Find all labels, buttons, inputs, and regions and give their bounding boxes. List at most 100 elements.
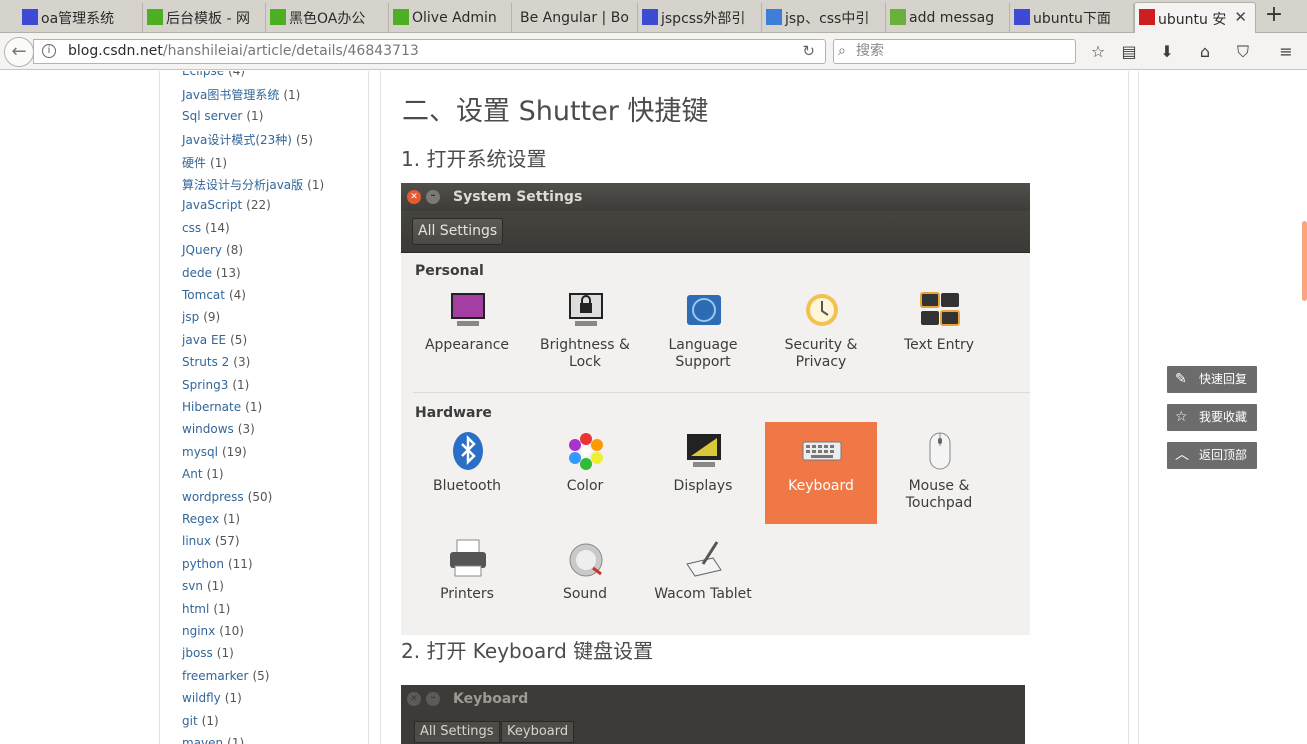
- url-host: blog.csdn.net: [68, 43, 163, 59]
- bookmark-star-icon[interactable]: ☆: [1087, 41, 1109, 63]
- category-link[interactable]: JQuery: [182, 243, 222, 257]
- category-item[interactable]: java EE (5): [182, 333, 247, 347]
- tab-8[interactable]: leaf-iconadd messag: [886, 3, 1010, 33]
- category-item[interactable]: Struts 2 (3): [182, 355, 250, 369]
- category-link[interactable]: git: [182, 714, 198, 728]
- category-link[interactable]: 硬件: [182, 156, 206, 170]
- category-link[interactable]: windows: [182, 422, 234, 436]
- category-count: (10): [219, 624, 244, 638]
- category-link[interactable]: dede: [182, 266, 212, 280]
- category-item[interactable]: jboss (1): [182, 646, 234, 660]
- pocket-icon[interactable]: ⛉: [1232, 41, 1254, 63]
- quick-reply-button[interactable]: ✎ 快速回复: [1167, 366, 1257, 393]
- category-item[interactable]: Eclipse (4): [182, 71, 245, 78]
- download-icon[interactable]: ⬇: [1156, 41, 1178, 63]
- category-item[interactable]: Regex (1): [182, 512, 240, 526]
- category-link[interactable]: Regex: [182, 512, 219, 526]
- category-link[interactable]: Struts 2: [182, 355, 229, 369]
- category-item[interactable]: svn (1): [182, 579, 224, 593]
- category-item[interactable]: Ant (1): [182, 467, 224, 481]
- sound-icon: [565, 538, 607, 580]
- category-link[interactable]: html: [182, 602, 209, 616]
- site-info-icon[interactable]: i: [42, 44, 56, 58]
- personal-section-label: Personal: [415, 263, 484, 279]
- reading-list-icon[interactable]: ▤: [1118, 41, 1140, 63]
- category-item[interactable]: mysql (19): [182, 445, 247, 459]
- back-button[interactable]: ←: [4, 37, 34, 67]
- tab-9[interactable]: baidu-iconubuntu下面: [1010, 3, 1134, 33]
- category-item[interactable]: windows (3): [182, 422, 255, 436]
- category-item[interactable]: nginx (10): [182, 624, 244, 638]
- category-link[interactable]: java EE: [182, 333, 226, 347]
- category-item[interactable]: Hibernate (1): [182, 400, 262, 414]
- category-item[interactable]: freemarker (5): [182, 669, 269, 683]
- category-link[interactable]: freemarker: [182, 669, 248, 683]
- category-item[interactable]: python (11): [182, 557, 253, 571]
- home-icon[interactable]: ⌂: [1194, 41, 1216, 63]
- category-item[interactable]: linux (57): [182, 534, 240, 548]
- category-link[interactable]: Tomcat: [182, 288, 225, 302]
- category-item[interactable]: html (1): [182, 602, 230, 616]
- category-item[interactable]: css (14): [182, 221, 230, 235]
- tab-7[interactable]: sogou-iconjsp、css中引: [762, 3, 886, 33]
- category-link[interactable]: wordpress: [182, 490, 244, 504]
- category-link[interactable]: jboss: [182, 646, 213, 660]
- favorite-button[interactable]: ☆ 我要收藏: [1167, 404, 1257, 431]
- search-input[interactable]: ⌕ 搜索: [833, 39, 1076, 64]
- category-link[interactable]: Java图书管理系统: [182, 88, 279, 102]
- close-tab-icon[interactable]: ✕: [1234, 8, 1247, 26]
- scrollbar-thumb[interactable]: [1302, 221, 1307, 301]
- tab-1[interactable]: oa-iconoa管理系统: [18, 3, 143, 33]
- back-to-top-button[interactable]: ︿ 返回顶部: [1167, 442, 1257, 469]
- category-item[interactable]: 算法设计与分析java版 (1): [182, 176, 324, 193]
- category-link[interactable]: jsp: [182, 310, 199, 324]
- category-item[interactable]: dede (13): [182, 266, 241, 280]
- category-link[interactable]: Spring3: [182, 378, 228, 392]
- category-item[interactable]: Sql server (1): [182, 109, 263, 123]
- tab-3[interactable]: m-icon黑色OA办公: [266, 3, 389, 33]
- language-support-icon: [683, 289, 725, 331]
- settings-item-text-entry: Text Entry: [883, 281, 995, 383]
- all-settings-button: All Settings: [412, 218, 504, 245]
- category-item[interactable]: wordpress (50): [182, 490, 272, 504]
- reload-icon[interactable]: ↻: [802, 40, 815, 63]
- url-bar[interactable]: i blog.csdn.net/hanshileiai/article/deta…: [33, 39, 826, 64]
- category-item[interactable]: JQuery (8): [182, 243, 243, 257]
- category-item[interactable]: wildfly (1): [182, 691, 242, 705]
- category-item[interactable]: Java图书管理系统 (1): [182, 86, 300, 103]
- close-icon: ✕: [407, 190, 421, 204]
- category-link[interactable]: Java设计模式(23种): [182, 133, 292, 147]
- category-link[interactable]: css: [182, 221, 201, 235]
- category-link[interactable]: wildfly: [182, 691, 221, 705]
- tab-2[interactable]: m-icon后台模板 - 网: [143, 3, 266, 33]
- category-item[interactable]: git (1): [182, 714, 219, 728]
- category-link[interactable]: python: [182, 557, 224, 571]
- category-link[interactable]: mysql: [182, 445, 218, 459]
- category-link[interactable]: 算法设计与分析java版: [182, 178, 303, 192]
- category-link[interactable]: svn: [182, 579, 203, 593]
- category-link[interactable]: maven: [182, 736, 223, 744]
- category-item[interactable]: jsp (9): [182, 310, 220, 324]
- category-item[interactable]: Tomcat (4): [182, 288, 246, 302]
- tab-10[interactable]: csdn-iconubuntu 安 ✕: [1134, 2, 1256, 34]
- category-link[interactable]: linux: [182, 534, 211, 548]
- tab-5[interactable]: Be Angular | Bo: [512, 3, 638, 33]
- category-link[interactable]: Ant: [182, 467, 203, 481]
- tab-6[interactable]: baidu-iconjspcss外部引: [638, 3, 762, 33]
- category-count: (1): [210, 155, 228, 170]
- category-link[interactable]: Eclipse: [182, 71, 224, 78]
- bluetooth-icon: [447, 430, 489, 472]
- category-link[interactable]: Sql server: [182, 109, 242, 123]
- new-tab-button[interactable]: +: [1262, 4, 1286, 28]
- category-item[interactable]: 硬件 (1): [182, 154, 227, 171]
- settings-item-label: Security & Privacy: [784, 337, 858, 370]
- category-link[interactable]: nginx: [182, 624, 215, 638]
- category-link[interactable]: Hibernate: [182, 400, 241, 414]
- category-link[interactable]: JavaScript: [182, 198, 242, 212]
- category-item[interactable]: maven (1): [182, 736, 244, 744]
- category-item[interactable]: Java设计模式(23种) (5): [182, 131, 313, 148]
- tab-4[interactable]: m-iconOlive Admin: [389, 3, 512, 33]
- menu-icon[interactable]: ≡: [1275, 41, 1297, 63]
- category-item[interactable]: Spring3 (1): [182, 378, 249, 392]
- category-item[interactable]: JavaScript (22): [182, 198, 271, 212]
